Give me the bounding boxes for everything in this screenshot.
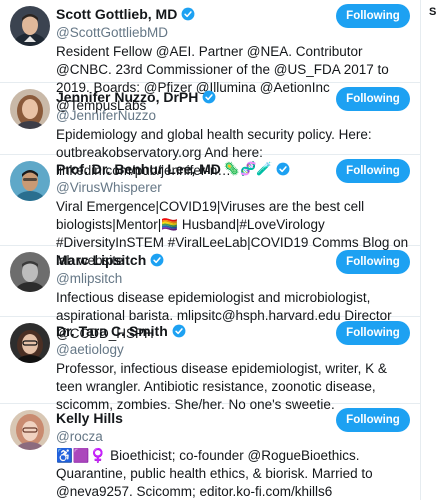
verified-badge-icon	[276, 162, 290, 176]
user-card[interactable]: Scott Gottlieb, MD @ScottGottliebMD Resi…	[0, 0, 420, 113]
side-rail: S	[420, 0, 448, 500]
user-name[interactable]: Jennifer Nuzzo, DrPH	[56, 89, 198, 105]
user-card[interactable]: Marc Lipsitch @mlipsitch Infectious dise…	[0, 246, 420, 341]
side-rail-heading: S	[429, 6, 437, 18]
avatar[interactable]	[10, 89, 50, 129]
user-card[interactable]: Prof. Dr. Benhur Lee, MD 🦠🧬🧪 @VirusWhisp…	[0, 155, 420, 268]
user-card[interactable]: Kelly Hills @rocza ♿🟪♀️ Bioethicist; co-…	[0, 404, 420, 500]
user-name[interactable]: Kelly Hills	[56, 410, 123, 426]
user-card[interactable]: Dr. Tara C. Smith @aetiology Professor, …	[0, 317, 420, 412]
avatar[interactable]	[10, 6, 50, 46]
verified-badge-icon	[150, 253, 164, 267]
avatar[interactable]	[10, 410, 50, 450]
following-button[interactable]: Following	[336, 4, 410, 28]
verified-badge-icon	[172, 324, 186, 338]
following-list: Scott Gottlieb, MD @ScottGottliebMD Resi…	[0, 0, 420, 500]
following-button[interactable]: Following	[336, 87, 410, 111]
user-name[interactable]: Dr. Tara C. Smith	[56, 323, 168, 339]
name-emoji: 🦠🧬🧪	[223, 161, 273, 176]
user-bio: ♿🟪♀️ Bioethicist; co-founder @RogueBioet…	[56, 448, 373, 499]
avatar[interactable]	[10, 323, 50, 363]
user-name[interactable]: Scott Gottlieb, MD	[56, 6, 177, 22]
verified-badge-icon	[202, 90, 216, 104]
avatar[interactable]	[10, 252, 50, 292]
verified-badge-icon	[181, 7, 195, 21]
user-name[interactable]: Prof. Dr. Benhur Lee, MD	[56, 161, 221, 177]
user-name[interactable]: Marc Lipsitch	[56, 252, 146, 268]
following-button[interactable]: Following	[336, 159, 410, 183]
following-button[interactable]: Following	[336, 408, 410, 432]
avatar[interactable]	[10, 161, 50, 201]
following-button[interactable]: Following	[336, 321, 410, 345]
following-button[interactable]: Following	[336, 250, 410, 274]
user-card[interactable]: Jennifer Nuzzo, DrPH @JenniferNuzzo Epid…	[0, 83, 420, 178]
